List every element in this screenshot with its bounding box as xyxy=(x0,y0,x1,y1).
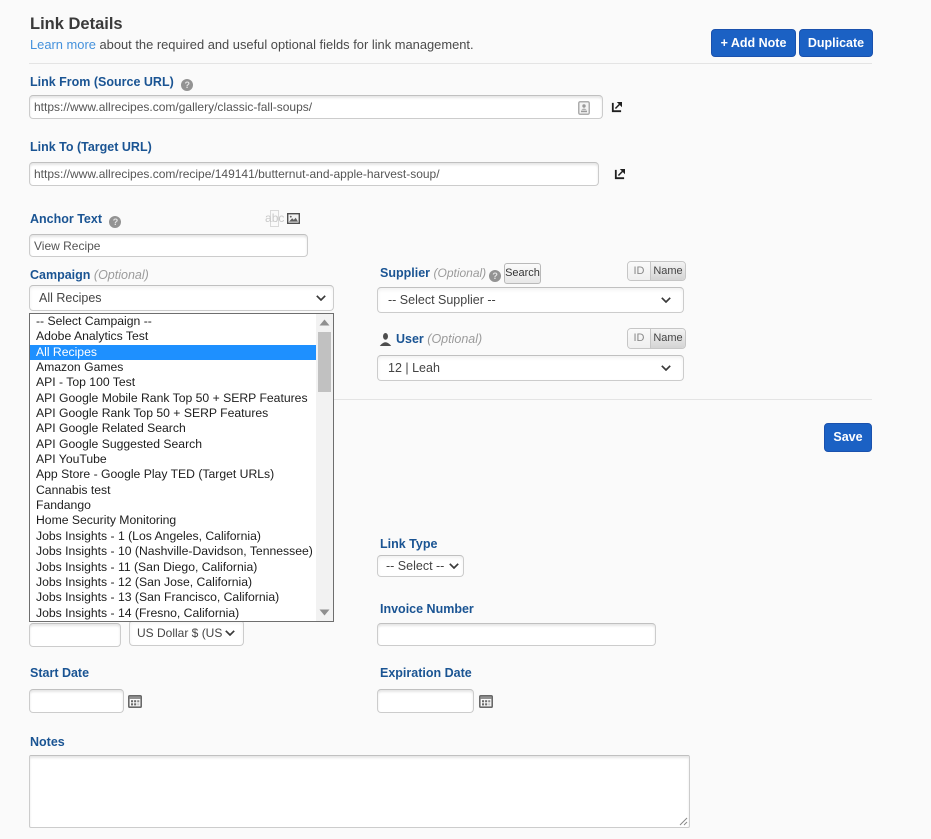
svg-text:c: c xyxy=(278,211,284,225)
